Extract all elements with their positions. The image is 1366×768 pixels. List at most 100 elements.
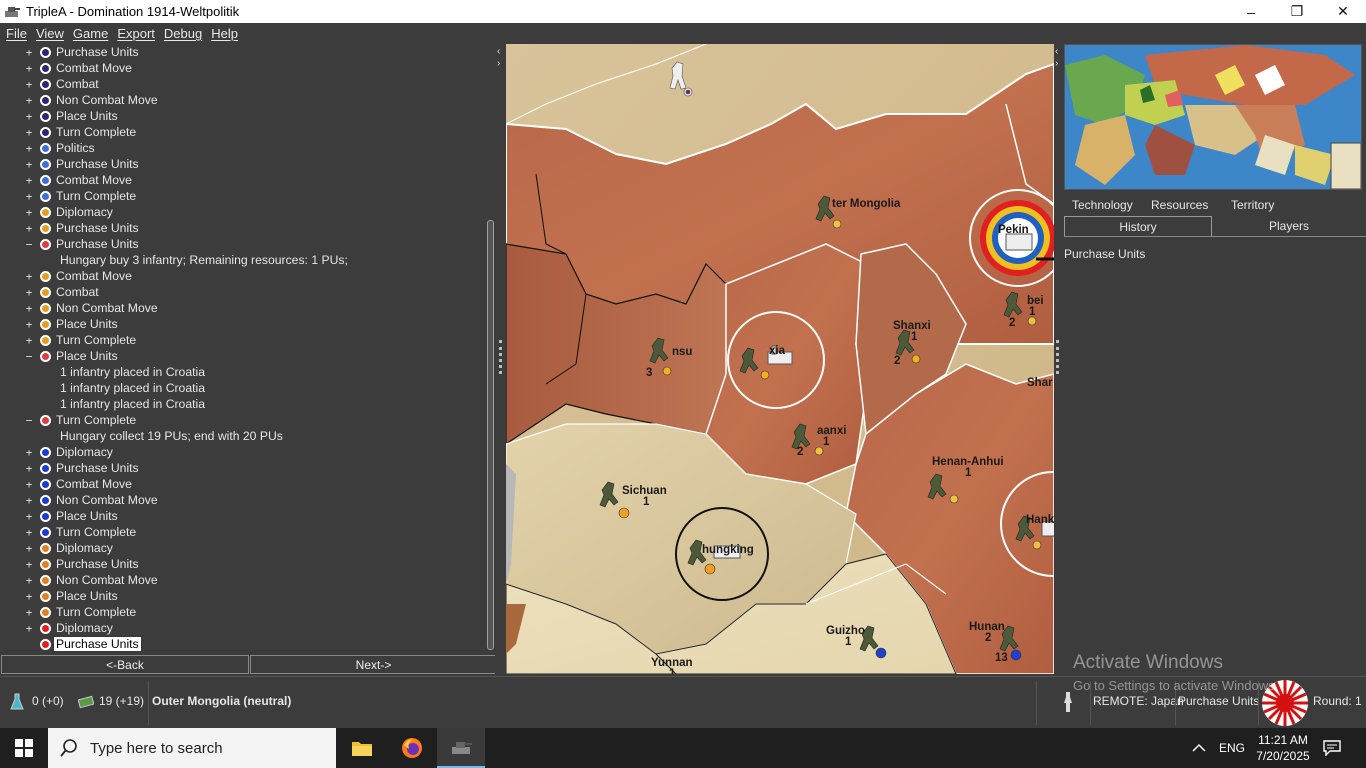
tree-node[interactable]: + Combat Move	[0, 172, 482, 188]
expand-icon[interactable]: +	[24, 142, 34, 155]
expand-icon[interactable]: +	[24, 606, 34, 619]
taskbar-firefox[interactable]	[388, 728, 436, 768]
expand-icon[interactable]: +	[24, 494, 34, 507]
tab-technology[interactable]: Technology	[1072, 198, 1151, 216]
tree-node[interactable]: + Combat	[0, 284, 482, 300]
minimize-icon[interactable]: –	[1228, 0, 1274, 23]
tree-node[interactable]: + Non Combat Move	[0, 92, 482, 108]
right-splitter[interactable]: ‹ ›	[1054, 44, 1064, 676]
tree-node[interactable]: + Combat Move	[0, 268, 482, 284]
game-map[interactable]: ter Mongolia nsu 3 xia Shanxi 1 2 aanxi …	[506, 44, 1054, 674]
menu-file[interactable]: File	[6, 26, 27, 41]
tree-node[interactable]: + Turn Complete	[0, 188, 482, 204]
tree-leaf[interactable]: 1 infantry placed in Croatia	[0, 380, 482, 396]
expand-icon[interactable]: +	[24, 222, 34, 235]
tree-node[interactable]: + Turn Complete	[0, 124, 482, 140]
expand-icon[interactable]: +	[24, 574, 34, 587]
expand-icon[interactable]: +	[24, 622, 34, 635]
clock[interactable]: 11:21 AM 7/20/2025	[1255, 728, 1311, 768]
tree-node[interactable]: − Purchase Units	[0, 236, 482, 252]
tree-node[interactable]: Purchase Units	[0, 636, 482, 652]
tree-node[interactable]: + Purchase Units	[0, 44, 482, 60]
tree-node[interactable]: + Turn Complete	[0, 332, 482, 348]
close-icon[interactable]: ✕	[1320, 0, 1366, 23]
menu-help[interactable]: Help	[211, 26, 238, 41]
scrollbar-thumb[interactable]	[487, 220, 494, 650]
collapse-icon[interactable]: −	[24, 414, 34, 427]
tree-node[interactable]: + Place Units	[0, 316, 482, 332]
menu-export[interactable]: Export	[117, 26, 155, 41]
expand-icon[interactable]: +	[24, 462, 34, 475]
start-button[interactable]	[0, 728, 48, 768]
collapse-icon[interactable]: −	[24, 238, 34, 251]
expand-icon[interactable]: +	[24, 558, 34, 571]
world-minimap[interactable]	[1064, 44, 1362, 190]
expand-icon[interactable]: +	[24, 94, 34, 107]
tree-node[interactable]: + Non Combat Move	[0, 492, 482, 508]
tree-leaf[interactable]: 1 infantry placed in Croatia	[0, 364, 482, 380]
tree-node[interactable]: + Place Units	[0, 508, 482, 524]
expand-icon[interactable]: +	[24, 78, 34, 91]
tab-resources[interactable]: Resources	[1151, 198, 1231, 216]
tree-node[interactable]: + Diplomacy	[0, 204, 482, 220]
taskbar-triplea[interactable]	[437, 728, 485, 768]
next-button[interactable]: Next->	[250, 655, 497, 674]
tree-leaf[interactable]: 1 infantry placed in Croatia	[0, 396, 482, 412]
tree-leaf[interactable]: Hungary buy 3 infantry; Remaining resour…	[0, 252, 482, 268]
tray-overflow-icon[interactable]	[1192, 728, 1206, 768]
expand-icon[interactable]: +	[24, 126, 34, 139]
tree-node[interactable]: + Combat	[0, 76, 482, 92]
language-indicator[interactable]: ENG	[1219, 728, 1245, 768]
tree-node[interactable]: + Purchase Units	[0, 220, 482, 236]
tree-node[interactable]: + Combat Move	[0, 476, 482, 492]
tree-node[interactable]: + Purchase Units	[0, 556, 482, 572]
expand-icon[interactable]: +	[24, 510, 34, 523]
tab-players[interactable]: Players	[1212, 216, 1366, 236]
tree-node[interactable]: + Politics	[0, 140, 482, 156]
expand-icon[interactable]: +	[24, 174, 34, 187]
menu-debug[interactable]: Debug	[164, 26, 202, 41]
expand-right-icon[interactable]: ›	[497, 58, 500, 69]
expand-icon[interactable]: +	[24, 478, 34, 491]
taskbar-file-explorer[interactable]	[338, 728, 386, 768]
expand-icon[interactable]: +	[24, 590, 34, 603]
expand-icon[interactable]: +	[24, 526, 34, 539]
notifications-icon[interactable]	[1323, 728, 1341, 768]
tree-node[interactable]: + Purchase Units	[0, 156, 482, 172]
menu-game[interactable]: Game	[73, 26, 108, 41]
tree-node[interactable]: + Diplomacy	[0, 444, 482, 460]
splitter-grip[interactable]	[499, 340, 502, 374]
expand-icon[interactable]: +	[24, 542, 34, 555]
collapse-left-icon[interactable]: ‹	[497, 46, 500, 57]
tree-node[interactable]: + Purchase Units	[0, 460, 482, 476]
expand-icon[interactable]: +	[24, 46, 34, 59]
tree-node[interactable]: + Place Units	[0, 108, 482, 124]
expand-left-icon[interactable]: ›	[1055, 58, 1058, 69]
tree-node[interactable]: − Turn Complete	[0, 412, 482, 428]
left-splitter[interactable]: ‹ ›	[495, 44, 506, 676]
expand-icon[interactable]: +	[24, 334, 34, 347]
expand-icon[interactable]: +	[24, 158, 34, 171]
collapse-right-icon[interactable]: ‹	[1055, 46, 1058, 57]
tree-node[interactable]: + Place Units	[0, 588, 482, 604]
expand-icon[interactable]: +	[24, 62, 34, 75]
expand-icon[interactable]: +	[24, 318, 34, 331]
expand-icon[interactable]: +	[24, 206, 34, 219]
expand-icon[interactable]: +	[24, 286, 34, 299]
expand-icon[interactable]: +	[24, 270, 34, 283]
splitter-grip-right[interactable]	[1056, 340, 1059, 374]
restore-icon[interactable]: ❐	[1274, 0, 1320, 23]
tree-leaf[interactable]: Hungary collect 19 PUs; end with 20 PUs	[0, 428, 482, 444]
tree-node[interactable]: − Place Units	[0, 348, 482, 364]
tree-node[interactable]: + Turn Complete	[0, 604, 482, 620]
tree-node[interactable]: + Turn Complete	[0, 524, 482, 540]
taskbar-search[interactable]: Type here to search	[48, 728, 336, 768]
menu-view[interactable]: View	[36, 26, 64, 41]
tree-node[interactable]: + Combat Move	[0, 60, 482, 76]
tab-history[interactable]: History	[1064, 216, 1212, 236]
history-tree[interactable]: + Purchase Units + Combat Move + Combat + Non C…	[0, 44, 482, 653]
back-button[interactable]: <-Back	[1, 655, 249, 674]
expand-icon[interactable]: +	[24, 302, 34, 315]
tree-node[interactable]: + Diplomacy	[0, 540, 482, 556]
expand-icon[interactable]: +	[24, 110, 34, 123]
